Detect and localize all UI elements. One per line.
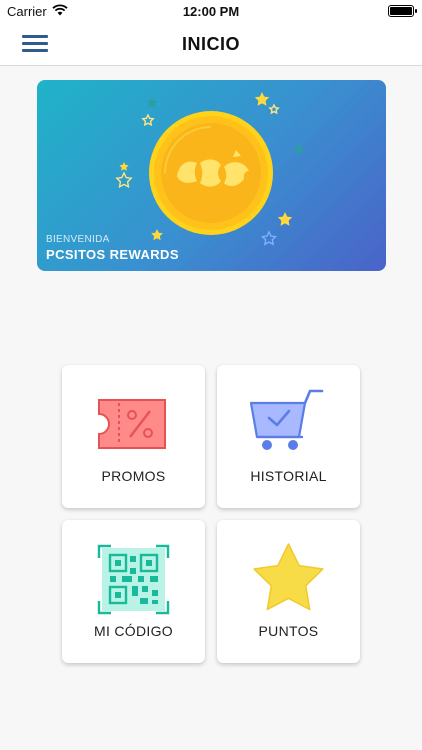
banner-brand-title: PCSITOS REWARDS bbox=[46, 247, 179, 262]
promos-button[interactable]: PROMOS bbox=[62, 365, 205, 508]
status-bar: Carrier 12:00 PM bbox=[0, 0, 422, 22]
ticket-percent-icon bbox=[98, 399, 166, 449]
promos-label: PROMOS bbox=[101, 468, 166, 484]
page-title: INICIO bbox=[181, 34, 240, 54]
battery-icon bbox=[388, 5, 417, 17]
historial-label: HISTORIAL bbox=[250, 468, 327, 484]
navigation-bar: INICIO bbox=[0, 22, 422, 66]
rewards-banner[interactable]: BIENVENIDA PCSITOS REWARDS bbox=[37, 80, 386, 271]
shopping-cart-check-icon bbox=[249, 389, 324, 450]
mi-codigo-label: MI CÓDIGO bbox=[94, 623, 173, 639]
puntos-label: PUNTOS bbox=[258, 623, 319, 639]
clock: 12:00 PM bbox=[182, 4, 240, 19]
star-icon bbox=[253, 543, 324, 611]
mi-codigo-button[interactable]: MI CÓDIGO bbox=[62, 520, 205, 663]
historial-button[interactable]: HISTORIAL bbox=[217, 365, 360, 508]
banner-welcome-text: BIENVENIDA bbox=[46, 234, 110, 245]
qr-code-icon bbox=[97, 544, 170, 615]
puntos-button[interactable]: PUNTOS bbox=[217, 520, 360, 663]
